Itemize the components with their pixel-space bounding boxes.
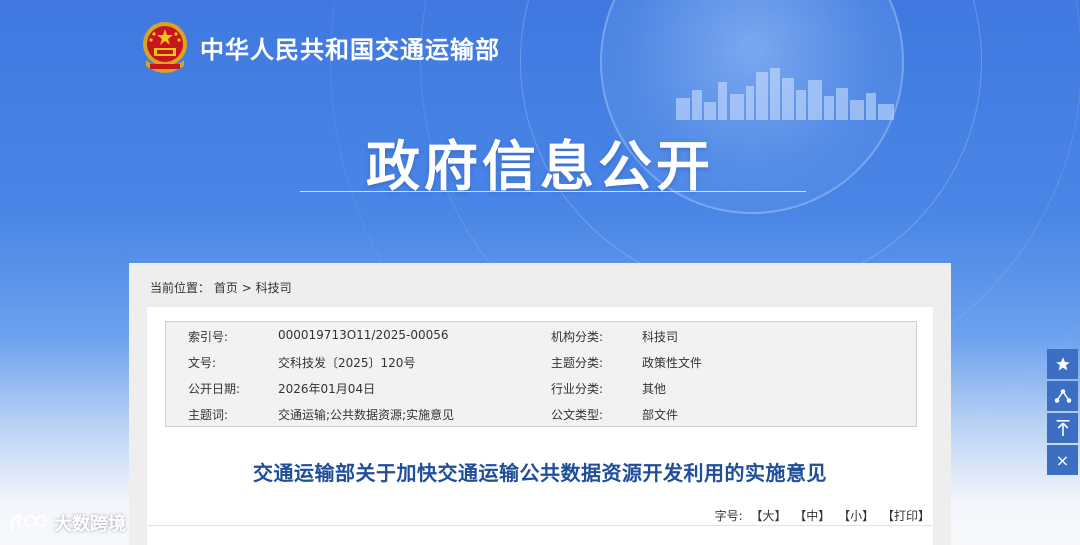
- metadata-row: 主题词: 交通运输;公共数据资源;实施意见 公文类型: 部文件: [166, 400, 916, 426]
- metadata-label: 索引号:: [188, 330, 229, 344]
- metadata-label: 机构分类:: [551, 330, 604, 344]
- close-icon: ×: [1055, 450, 1070, 470]
- share-button[interactable]: [1047, 381, 1078, 411]
- close-toolbar-button[interactable]: ×: [1047, 445, 1078, 475]
- document-panel: 索引号: 000019713O11/2025-00056 机构分类: 科技司 文…: [147, 307, 933, 545]
- star-icon: [1055, 357, 1070, 371]
- floating-toolbar: ×: [1047, 349, 1078, 477]
- content-card: 当前位置： 首页 > 科技司 索引号: 000019713O11/2025-00…: [129, 263, 951, 545]
- watermark-logo-icon: [10, 513, 47, 532]
- metadata-value: 其他: [642, 382, 667, 396]
- metadata-value: 2026年01月04日: [278, 382, 376, 396]
- national-emblem-icon: [143, 22, 187, 73]
- watermark-text: 大数跨境: [54, 514, 126, 535]
- city-skyline-graphic: [676, 68, 894, 120]
- metadata-label: 公开日期:: [188, 382, 241, 396]
- breadcrumb-prefix: 当前位置：: [150, 281, 211, 295]
- watermark: 大数跨境: [8, 510, 126, 536]
- back-to-top-icon: [1056, 420, 1069, 436]
- font-size-large-button[interactable]: 【大】: [750, 509, 786, 523]
- document-title: 交通运输部关于加快交通运输公共数据资源开发利用的实施意见: [253, 461, 827, 485]
- metadata-value: 000019713O11/2025-00056: [278, 328, 449, 342]
- breadcrumb-separator: >: [241, 281, 252, 295]
- metadata-value: 政策性文件: [642, 356, 703, 370]
- back-to-top-button[interactable]: [1047, 413, 1078, 443]
- title-divider: [300, 191, 806, 192]
- font-size-label: 字号:: [714, 509, 743, 523]
- metadata-label: 公文类型:: [551, 408, 604, 422]
- metadata-value: 部文件: [642, 408, 679, 422]
- content-divider: [147, 525, 933, 526]
- metadata-value: 交科技发〔2025〕120号: [278, 356, 416, 370]
- metadata-label: 主题分类:: [551, 356, 604, 370]
- metadata-row: 索引号: 000019713O11/2025-00056 机构分类: 科技司: [166, 322, 916, 348]
- metadata-label: 文号:: [188, 356, 217, 370]
- document-metadata-table: 索引号: 000019713O11/2025-00056 机构分类: 科技司 文…: [165, 321, 917, 427]
- font-size-medium-button[interactable]: 【中】: [794, 509, 830, 523]
- metadata-row: 文号: 交科技发〔2025〕120号 主题分类: 政策性文件: [166, 348, 916, 374]
- metadata-value: 科技司: [642, 330, 679, 344]
- print-button[interactable]: 【打印】: [882, 509, 930, 523]
- font-size-toolbar: 字号: 【大】 【中】 【小】 【打印】: [715, 507, 930, 524]
- breadcrumb-home-link[interactable]: 首页: [214, 281, 238, 295]
- ministry-name: 中华人民共和国交通运输部: [200, 36, 500, 64]
- favorite-button[interactable]: [1047, 349, 1078, 379]
- metadata-label: 行业分类:: [551, 382, 604, 396]
- page-title: 政府信息公开: [366, 135, 714, 198]
- metadata-value: 交通运输;公共数据资源;实施意见: [278, 408, 455, 422]
- breadcrumb: 当前位置： 首页 > 科技司: [150, 279, 292, 296]
- metadata-row: 公开日期: 2026年01月04日 行业分类: 其他: [166, 374, 916, 400]
- breadcrumb-current-link[interactable]: 科技司: [256, 281, 292, 295]
- font-size-small-button[interactable]: 【小】: [838, 509, 874, 523]
- metadata-label: 主题词:: [188, 408, 229, 422]
- share-icon: [1054, 389, 1071, 403]
